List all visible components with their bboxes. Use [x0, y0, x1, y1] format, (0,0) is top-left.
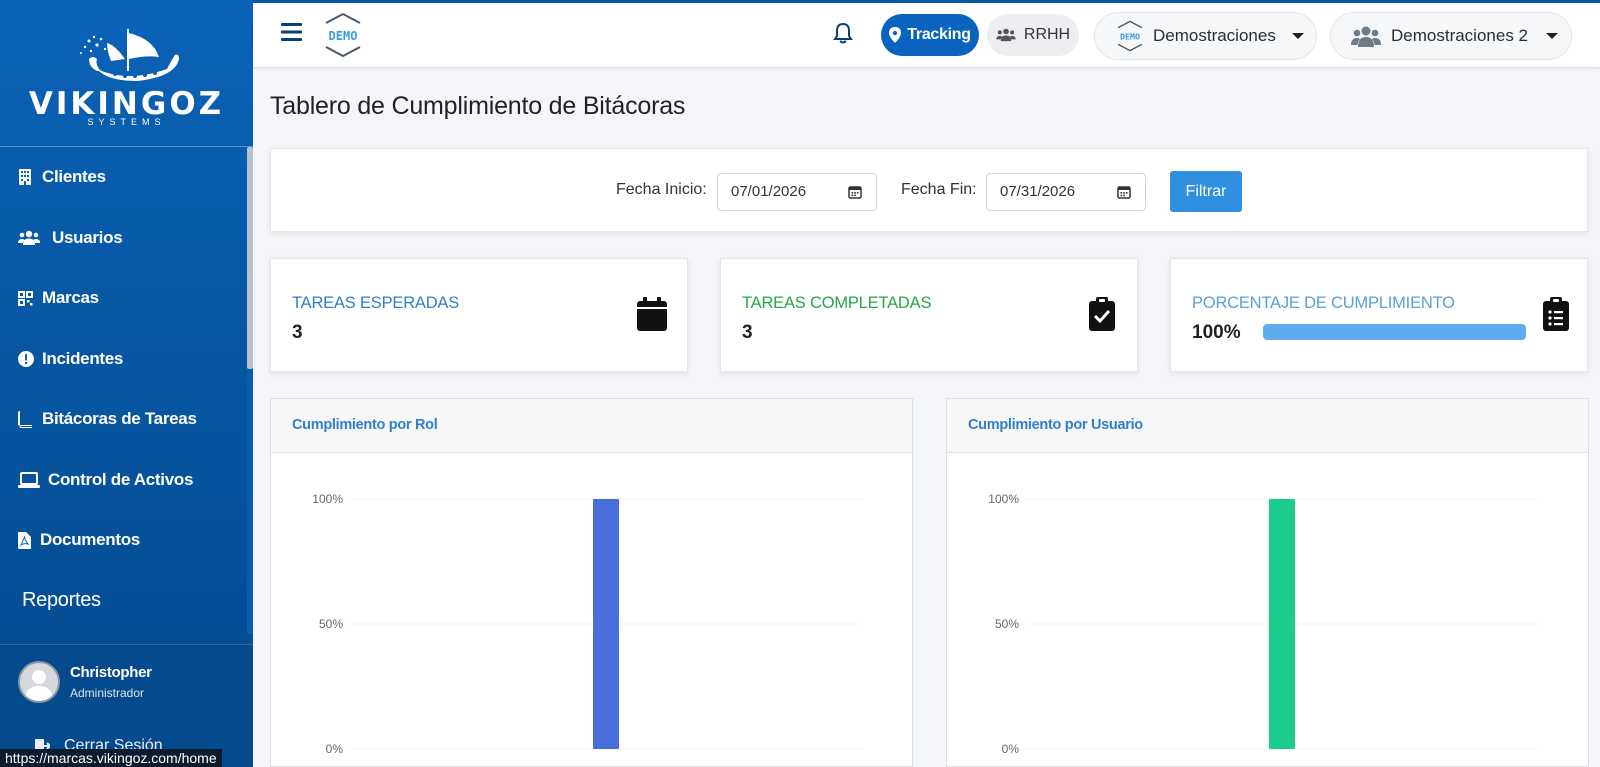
y-tick-label: 0%	[1002, 742, 1020, 756]
status-url: https://marcas.vikingoz.com/home	[0, 749, 222, 767]
stat-title: PORCENTAJE DE CUMPLIMIENTO	[1192, 294, 1455, 312]
demo-logo[interactable]: DEMO	[323, 12, 363, 63]
company-label: Demostraciones	[1153, 26, 1276, 45]
avatar[interactable]	[18, 661, 60, 703]
sidebar-item-incidentes[interactable]: Incidentes	[0, 329, 247, 390]
stat-value: 3	[742, 322, 753, 343]
y-tick-label: 100%	[312, 492, 343, 506]
calendar-icon	[637, 297, 667, 331]
start-date-input[interactable]: 07/01/2026	[717, 173, 877, 211]
chart-title: Cumplimiento por Usuario	[947, 399, 1588, 453]
stat-value: 100%	[1192, 322, 1241, 343]
tracking-button[interactable]: Tracking	[881, 14, 979, 56]
sidebar-nav: Clientes Usuarios Marcas Incidentes Bitá…	[0, 147, 247, 631]
user-role: Administrador	[70, 686, 145, 700]
sidebar: VIKINGOZ SYSTEMS Clientes Usuarios Marca…	[0, 0, 253, 767]
compliance-progress-fill	[1263, 324, 1526, 340]
bell-icon[interactable]	[833, 22, 853, 49]
sidebar-item-label: Marcas	[42, 288, 99, 308]
user-name: Christopher	[70, 664, 152, 681]
y-tick-label: 50%	[995, 617, 1019, 631]
alert-circle-icon	[18, 350, 40, 367]
sidebar-item-control-activos[interactable]: Control de Activos	[0, 450, 247, 511]
sidebar-item-label: Reportes	[22, 589, 101, 612]
compliance-percentage-card: PORCENTAJE DE CUMPLIMIENTO 100%	[1170, 258, 1588, 372]
chevron-down-icon	[1546, 33, 1559, 39]
chart-card-rol: Cumplimiento por Rol 0% 50% 100%	[270, 398, 913, 767]
bar[interactable]	[1269, 499, 1295, 749]
sidebar-item-documentos[interactable]: Documentos	[0, 510, 247, 571]
brand-logo[interactable]: VIKINGOZ SYSTEMS	[0, 0, 253, 147]
users-icon	[18, 230, 50, 246]
start-date-value: 07/01/2026	[731, 183, 807, 200]
y-tick-label: 100%	[988, 492, 1019, 506]
topbar: DEMO Tracking RRHH DEMO Demostraciones D…	[253, 0, 1600, 67]
calendar-icon[interactable]	[1117, 185, 1131, 199]
chart-usuario: 0% 50% 100%	[988, 492, 1537, 756]
clipboard-list-icon	[1543, 297, 1569, 331]
map-pin-icon	[889, 27, 902, 43]
users-icon	[996, 28, 1016, 42]
demo-logo-text: DEMO	[1120, 31, 1140, 41]
sidebar-item-label: Bitácoras de Tareas	[42, 409, 197, 429]
filter-card: Fecha Inicio: 07/01/2026 Fecha Fin: 07/3…	[270, 148, 1588, 232]
sidebar-item-label: Clientes	[42, 167, 106, 187]
sidebar-item-reportes[interactable]: Reportes	[0, 571, 247, 632]
end-date-label: Fecha Fin:	[901, 181, 977, 198]
sidebar-scrollbar-thumb[interactable]	[247, 147, 253, 369]
chart-card-usuario: Cumplimiento por Usuario 0% 50% 100%	[946, 398, 1589, 767]
sidebar-item-clientes[interactable]: Clientes	[0, 147, 247, 208]
sidebar-item-label: Control de Activos	[48, 469, 194, 489]
y-tick-label: 50%	[319, 617, 343, 631]
chart-rol: 0% 50% 100%	[312, 492, 861, 756]
sidebar-item-label: Incidentes	[42, 348, 124, 368]
sidebar-item-marcas[interactable]: Marcas	[0, 268, 247, 329]
viking-ship-logo-icon	[79, 29, 179, 81]
demo-logo-icon: DEMO	[1117, 20, 1143, 52]
laptop-icon	[18, 471, 46, 488]
stat-title: TAREAS COMPLETADAS	[742, 294, 932, 312]
branch-label: Demostraciones 2	[1391, 26, 1529, 45]
menu-toggle-icon[interactable]	[281, 23, 302, 46]
sidebar-item-usuarios[interactable]: Usuarios	[0, 208, 247, 269]
branch-selector[interactable]: Demostraciones 2	[1330, 12, 1572, 60]
book-icon	[18, 410, 40, 428]
end-date-input[interactable]: 07/31/2026	[986, 173, 1146, 211]
rrhh-button[interactable]: RRHH	[987, 14, 1079, 56]
clipboard-check-icon	[1089, 297, 1115, 331]
brand-subtitle: SYSTEMS	[87, 117, 166, 127]
page-title: Tablero de Cumplimiento de Bitácoras	[270, 92, 686, 120]
calendar-icon[interactable]	[848, 185, 862, 199]
brand-name: VIKINGOZ	[28, 86, 225, 122]
filter-button[interactable]: Filtrar	[1170, 171, 1242, 212]
end-date-value: 07/31/2026	[1000, 183, 1076, 200]
chevron-down-icon	[1291, 33, 1304, 39]
stat-title: TAREAS ESPERADAS	[292, 294, 460, 312]
completed-tasks-card: TAREAS COMPLETADAS 3	[720, 258, 1138, 372]
rrhh-label: RRHH	[1023, 26, 1071, 43]
expected-tasks-card: TAREAS ESPERADAS 3	[270, 258, 688, 372]
company-selector[interactable]: DEMO Demostraciones	[1094, 12, 1317, 60]
group-icon	[1351, 26, 1381, 47]
building-icon	[18, 169, 40, 186]
start-date-label: Fecha Inicio:	[616, 181, 707, 198]
sidebar-item-label: Documentos	[40, 530, 140, 550]
bar[interactable]	[593, 499, 619, 749]
sidebar-item-bitacoras[interactable]: Bitácoras de Tareas	[0, 389, 247, 450]
tracking-label: Tracking	[907, 26, 971, 43]
pdf-file-icon	[18, 531, 38, 549]
demo-logo-text: DEMO	[329, 29, 358, 43]
stat-value: 3	[292, 322, 303, 343]
compliance-progress-bar	[1263, 324, 1526, 340]
sidebar-item-label: Usuarios	[52, 227, 123, 247]
chart-title: Cumplimiento por Rol	[271, 399, 912, 453]
y-tick-label: 0%	[326, 742, 344, 756]
grid-icon	[18, 290, 40, 306]
